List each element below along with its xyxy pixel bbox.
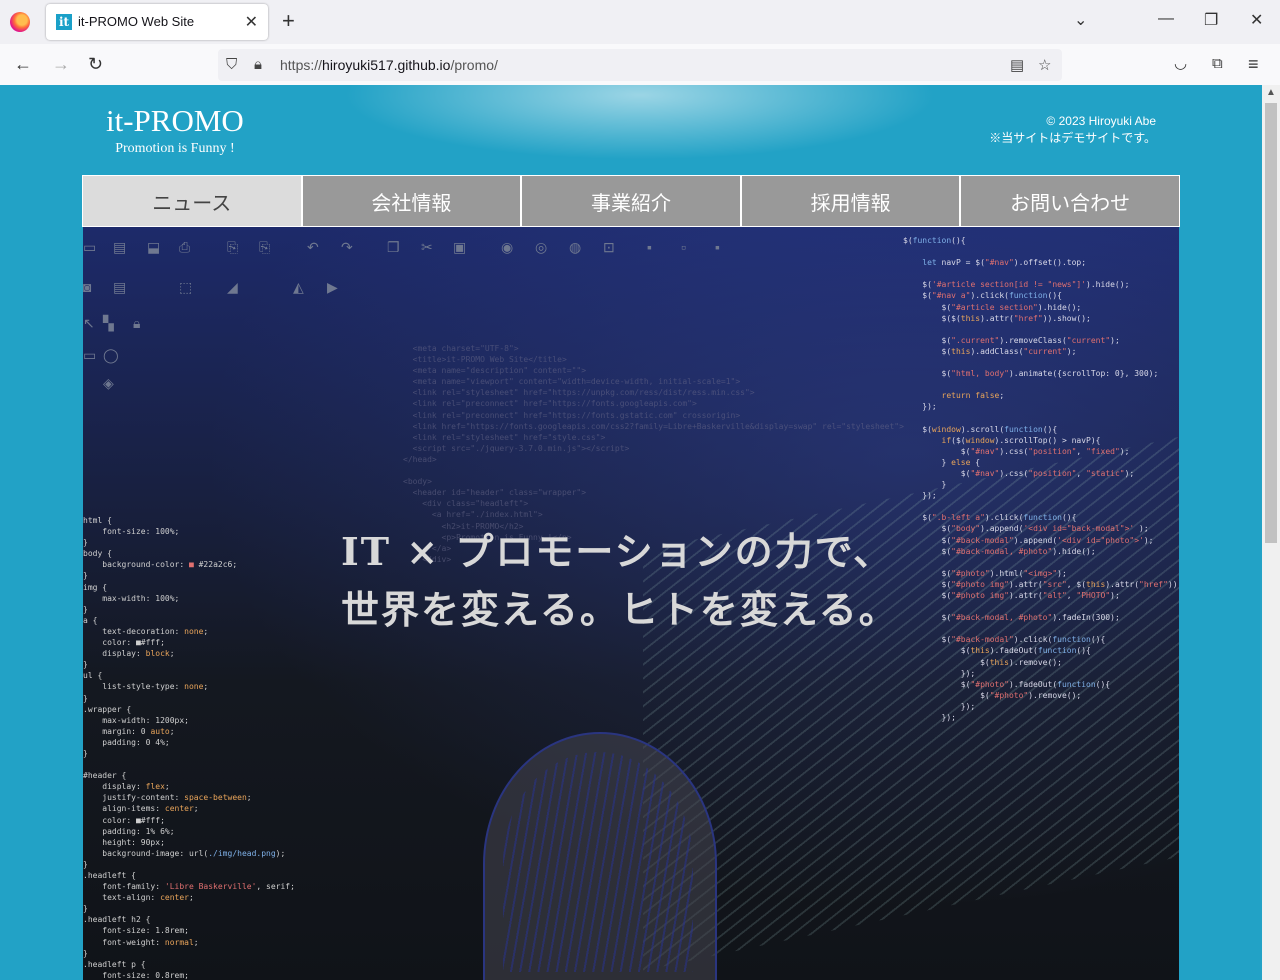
nav-item-contact[interactable]: お問い合わせ [961,176,1179,226]
navigation-toolbar: ← → ↻ ⛉ 🔒︎ https://hiroyuki517.github.io… [0,44,1280,86]
nav-item-company[interactable]: 会社情報 [302,176,521,226]
pocket-icon[interactable]: ◡ [1174,53,1187,75]
minimize-icon[interactable]: — [1158,10,1174,28]
reader-view-icon[interactable]: ▤ [1010,56,1024,74]
hamburger-menu-icon[interactable]: ≡ [1248,53,1259,75]
close-window-icon[interactable]: ✕ [1250,10,1263,30]
nav-item-business[interactable]: 事業紹介 [522,176,740,226]
new-tab-icon[interactable]: + [282,10,295,32]
demo-notice: ※当サイトはデモサイトです。 [989,131,1156,145]
shield-icon[interactable]: ⛉ [226,56,237,73]
tab-bar: it it-PROMO Web Site ✕ + ⌄ — ❐ ✕ [0,0,1280,44]
hero-catchcopy: IT × プロモーションの力で、 世界を変える。ヒトを変える。 [341,523,899,639]
firefox-icon[interactable] [10,12,30,32]
nav-item-news[interactable]: ニュース [83,176,301,226]
extensions-icon[interactable]: ⧉ [1212,53,1223,75]
url-text[interactable]: https://hiroyuki517.github.io/promo/ [280,57,498,73]
nav-item-recruit[interactable]: 採用情報 [741,176,960,226]
back-icon[interactable]: ← [14,53,32,75]
site-logo[interactable]: it-PROMO Promotion is Funny ! [106,101,244,157]
tab-title: it-PROMO Web Site [78,14,195,29]
hero-line-1: IT × プロモーションの力で、 [341,529,894,574]
logo-title: it-PROMO [106,103,244,138]
header-glow [320,85,960,165]
browser-tab[interactable]: it it-PROMO Web Site ✕ [46,4,268,40]
scroll-up-icon[interactable]: ▲ [1266,87,1276,98]
global-nav: ニュース 会社情報 事業紹介 採用情報 お問い合わせ [82,175,1180,227]
url-bar[interactable]: ⛉ 🔒︎ https://hiroyuki517.github.io/promo… [218,49,1062,81]
scrollbar-thumb[interactable] [1265,103,1277,543]
page-content: it-PROMO Promotion is Funny ! © 2023 Hir… [0,85,1262,980]
site-favicon-icon: it [56,14,72,30]
copyright-text: © 2023 Hiroyuki Abe [1046,114,1156,128]
star-icon[interactable]: ☆ [1038,56,1051,74]
js-code-decoration: $(function(){ let navP = $("#nav").offse… [903,236,1179,723]
list-tabs-icon[interactable]: ⌄ [1074,10,1087,30]
lock-icon[interactable]: 🔒︎ [254,56,262,73]
logo-subtitle: Promotion is Funny ! [115,141,235,156]
header-right: © 2023 Hiroyuki Abe ※当サイトはデモサイトです。 [989,113,1156,147]
page-scrollbar[interactable]: ▲ [1262,85,1280,980]
forward-icon[interactable]: → [52,53,70,75]
hair-lines-decoration [503,752,693,972]
reload-icon[interactable]: ↻ [88,53,103,75]
restore-icon[interactable]: ❐ [1204,10,1218,30]
hero-line-2: 世界を変える。ヒトを変える。 [341,587,899,632]
css-code-decoration: html { font-size: 100%; } body { backgro… [83,516,295,980]
close-tab-icon[interactable]: ✕ [245,12,258,32]
hero-image: ▭ ▤ ⬓ ⎙ ⎘ ⎘ ↶ ↷ ❐ ✂ ▣ ◉ ◎ ◍ ⊡ ▪ ▫ ▪ ◙ ▤ ⬚ ◢ ◭ ▶ ↖ ▚ 🔒… [83,227,1179,980]
